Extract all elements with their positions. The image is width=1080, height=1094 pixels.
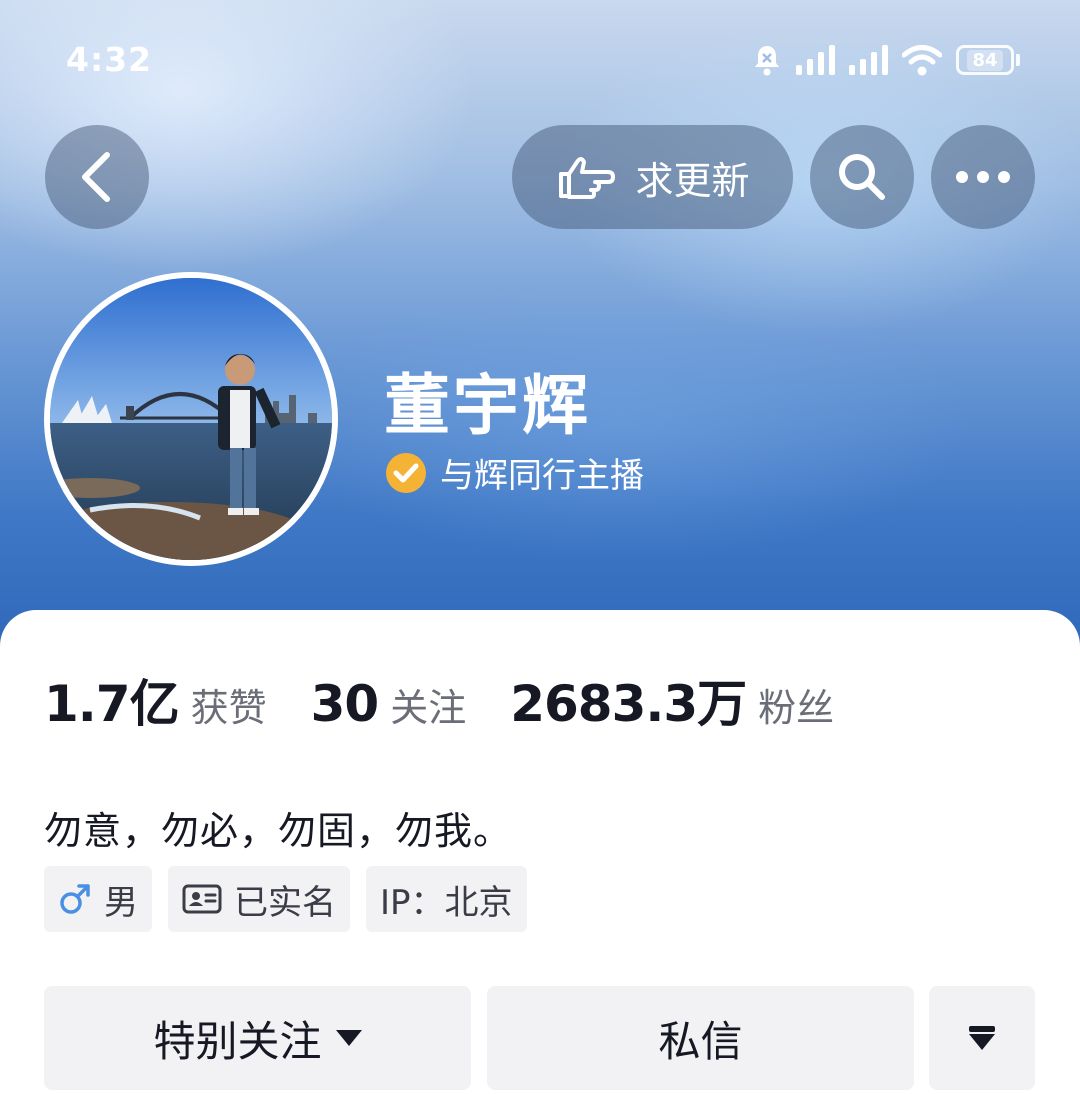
more-dots-icon bbox=[956, 171, 1010, 183]
notification-bell-icon bbox=[755, 46, 779, 76]
stat-following[interactable]: 30 关注 bbox=[311, 675, 467, 733]
battery-level: 84 bbox=[967, 49, 1003, 71]
signal-icon bbox=[849, 45, 888, 75]
avatar-photo bbox=[50, 278, 332, 560]
ip-label: IP：北京 bbox=[380, 882, 513, 923]
message-label: 私信 bbox=[658, 1016, 743, 1066]
verified-title-label: 与辉同行主播 bbox=[440, 456, 644, 496]
profile-bio: 勿意，勿必，勿固，勿我。 bbox=[44, 809, 513, 853]
stat-likes-label: 获赞 bbox=[190, 686, 267, 730]
recommend-dropdown-button[interactable] bbox=[929, 986, 1035, 1090]
status-icons: 84 bbox=[752, 40, 1020, 80]
gender-label: 男 bbox=[104, 882, 138, 923]
chevron-left-icon bbox=[82, 152, 110, 202]
special-follow-button[interactable]: 特别关注 bbox=[44, 986, 471, 1090]
dropdown-icon bbox=[969, 1026, 995, 1050]
stat-likes[interactable]: 1.7亿 获赞 bbox=[44, 664, 267, 736]
profile-tags: 男 已实名 IP：北京 bbox=[44, 866, 527, 932]
stat-followers-value: 2683.3万 bbox=[510, 675, 747, 733]
stat-likes-value: 1.7亿 bbox=[44, 675, 180, 733]
message-button[interactable]: 私信 bbox=[487, 986, 914, 1090]
pointing-hand-icon bbox=[559, 157, 616, 199]
search-icon bbox=[839, 154, 885, 200]
caret-down-icon bbox=[335, 1030, 362, 1046]
verified-title: 与辉同行主播 bbox=[384, 448, 644, 497]
profile-stats: 1.7亿 获赞 30 关注 2683.3万 粉丝 bbox=[44, 664, 878, 736]
gender-tag: 男 bbox=[44, 866, 152, 932]
wifi-icon bbox=[902, 45, 942, 76]
ip-tag: IP：北京 bbox=[366, 866, 527, 932]
status-time: 4:32 bbox=[66, 40, 153, 79]
more-button[interactable] bbox=[931, 125, 1035, 229]
stat-following-label: 关注 bbox=[390, 686, 467, 730]
signal-icon bbox=[796, 45, 835, 75]
verified-check-icon bbox=[386, 452, 426, 493]
profile-name: 董宇辉 bbox=[384, 367, 591, 444]
request-update-button[interactable]: 求更新 bbox=[512, 125, 793, 229]
back-button[interactable] bbox=[45, 125, 149, 229]
request-update-label: 求更新 bbox=[635, 158, 750, 203]
id-card-icon bbox=[182, 884, 222, 914]
special-follow-label: 特别关注 bbox=[153, 1016, 322, 1066]
stat-followers-label: 粉丝 bbox=[758, 686, 835, 730]
stat-following-value: 30 bbox=[310, 675, 380, 733]
stat-followers[interactable]: 2683.3万 粉丝 bbox=[510, 664, 834, 736]
realname-label: 已实名 bbox=[234, 882, 336, 923]
realname-tag: 已实名 bbox=[168, 866, 350, 932]
battery-icon: 84 bbox=[956, 45, 1020, 75]
search-button[interactable] bbox=[810, 125, 914, 229]
avatar[interactable] bbox=[44, 272, 338, 566]
male-icon bbox=[60, 884, 90, 914]
